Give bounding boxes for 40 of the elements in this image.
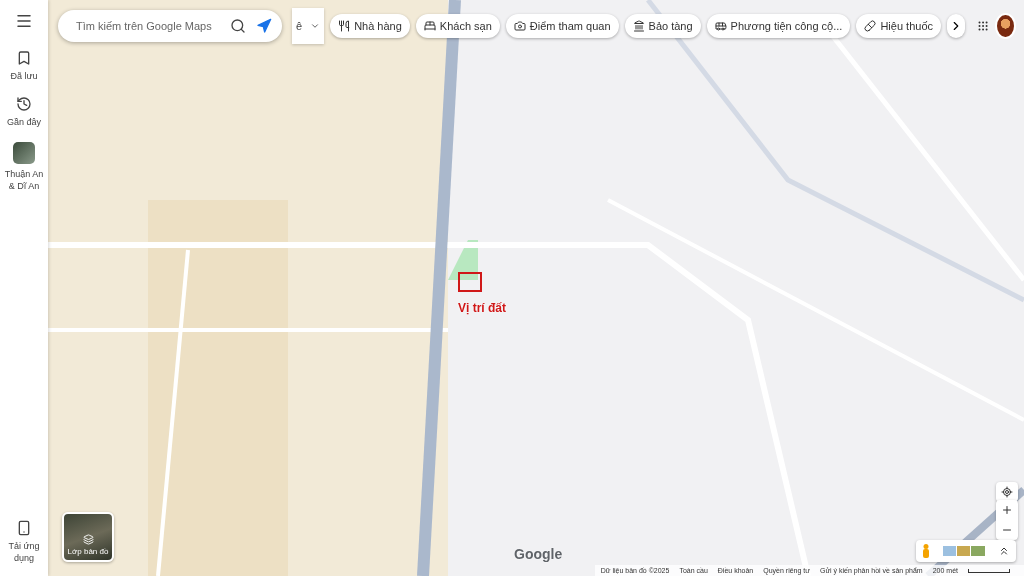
sidebar-label: Tải ứng dụng: [7, 540, 41, 564]
menu-icon[interactable]: [15, 12, 33, 30]
bookmark-icon: [16, 50, 32, 66]
sidebar-label: Thuận An & Dĩ An: [3, 168, 45, 192]
category-icon: [714, 20, 727, 32]
category-icon: [338, 20, 351, 32]
layers-button[interactable]: Lớp bản đồ: [62, 512, 114, 562]
caret-icon: [310, 21, 321, 31]
location-marker: [458, 272, 482, 292]
search-bar[interactable]: Tìm kiếm trên Google Maps: [58, 10, 282, 42]
category-icon: [864, 20, 877, 32]
category-chip[interactable]: Điểm tham quan: [505, 14, 619, 38]
imagery-thumbnails-icon[interactable]: [943, 546, 985, 556]
input-tool-button[interactable]: ê: [292, 8, 325, 44]
apps-icon[interactable]: [977, 18, 990, 34]
category-chip[interactable]: Khách sạn: [415, 14, 500, 38]
sidebar-label: Đã lưu: [10, 70, 38, 82]
category-icon: [423, 20, 436, 32]
place-thumbnail: [13, 142, 35, 164]
google-logo: Google: [514, 546, 563, 562]
sidebar-item[interactable]: Thuận An & Dĩ An: [1, 142, 47, 192]
category-icon: [513, 20, 526, 32]
plus-icon: [1001, 504, 1013, 516]
category-chip[interactable]: Hiệu thuốc: [856, 14, 941, 38]
layers-icon: [82, 534, 94, 545]
sidebar-label: Gần đây: [7, 116, 41, 128]
category-chip[interactable]: Bảo tàng: [624, 14, 701, 38]
category-icon: [632, 20, 645, 32]
scale-bar: [968, 568, 1010, 573]
locate-icon: [1001, 486, 1013, 498]
category-chip[interactable]: Phương tiện công cộ...: [706, 14, 851, 38]
phone-icon: [16, 520, 32, 536]
directions-icon[interactable]: [256, 18, 272, 34]
sidebar-item[interactable]: Tải ứng dụng: [1, 520, 47, 564]
sidebar-item[interactable]: Đã lưu: [1, 50, 47, 82]
annotation-label: Vị trí đất: [458, 301, 506, 315]
search-icon[interactable]: [230, 18, 246, 34]
category-chip[interactable]: Nhà hàng: [330, 14, 410, 38]
sidebar-item[interactable]: Gần đây: [1, 96, 47, 128]
history-icon: [16, 96, 32, 112]
